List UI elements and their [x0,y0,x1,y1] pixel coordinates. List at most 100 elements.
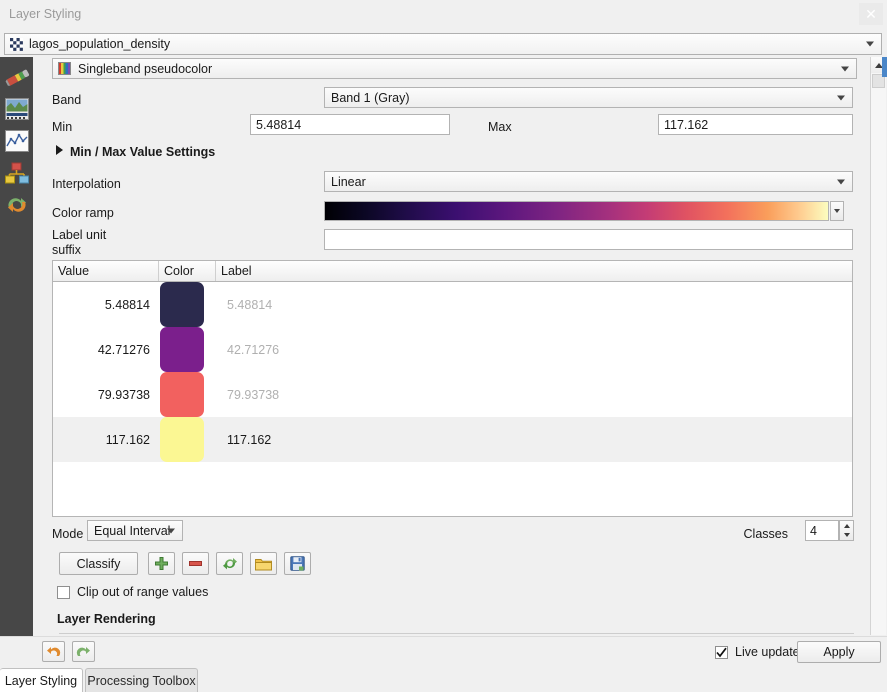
color-swatch[interactable] [160,327,204,372]
max-label: Max [488,120,512,134]
redo-button[interactable] [72,641,95,662]
live-update-row[interactable]: Live update [715,645,800,659]
cell-value[interactable]: 79.93738 [53,388,159,402]
close-icon[interactable]: ✕ [859,3,883,25]
title-bar: Layer Styling ✕ [0,0,887,31]
delete-class-button[interactable] [182,552,209,575]
max-input[interactable]: 117.162 [658,114,853,135]
clip-checkbox[interactable] [57,585,70,599]
stepper-up-icon[interactable] [843,523,850,528]
stepper-down-icon[interactable] [843,533,850,538]
diagram-icon[interactable] [5,162,29,184]
clip-out-of-range-row[interactable]: Clip out of range values [57,585,208,599]
mode-value: Equal Interval [94,523,171,538]
color-ramp-preview[interactable] [324,201,829,221]
color-swatch[interactable] [160,282,204,327]
styling-scroll-panel: Singleband pseudocolor Band Band 1 (Gray… [33,57,870,635]
save-colormap-button[interactable] [284,552,311,575]
classify-button[interactable]: Classify [59,552,138,575]
column-header-value[interactable]: Value [53,261,159,281]
cell-label[interactable]: 79.93738 [216,388,852,402]
tab-processing-toolbox[interactable]: Processing Toolbox [85,668,198,692]
table-row[interactable]: 79.93738 79.93738 [53,372,852,417]
refresh-icon [222,556,238,571]
color-ramp-label: Color ramp [52,206,114,220]
folder-icon [255,557,272,571]
color-ramp-dropdown-button[interactable] [830,201,844,221]
live-update-label: Live update [735,645,800,659]
label-unit-suffix-input[interactable] [324,229,853,250]
panel-tabs: Layer Styling Processing Toolbox [0,668,887,692]
layer-rendering-title: Layer Rendering [57,612,156,626]
line-chart-icon[interactable] [5,130,29,152]
apply-button[interactable]: Apply [797,641,881,663]
table-row[interactable]: 42.71276 42.71276 [53,327,852,372]
cell-color[interactable] [159,282,216,327]
clip-checkbox-label: Clip out of range values [77,585,209,599]
color-ramp-icon [58,62,71,75]
layer-name-label: lagos_population_density [29,37,171,51]
tab-processing-toolbox-label: Processing Toolbox [87,673,196,688]
classes-stepper[interactable] [839,520,854,541]
load-colormap-button[interactable] [250,552,277,575]
layer-styling-panel: Layer Styling ✕ lagos_population_density [0,0,887,692]
histogram-icon[interactable] [5,98,29,120]
chevron-down-icon [834,209,840,213]
table-body: 5.48814 5.48814 42.71276 42.71276 79.93738 79… [53,282,852,462]
live-update-checkbox[interactable] [715,645,728,659]
window-title: Layer Styling [9,7,82,21]
tab-layer-styling[interactable]: Layer Styling [0,668,83,692]
chevron-down-icon [866,41,874,47]
column-header-label[interactable]: Label [216,261,852,281]
cell-label[interactable]: 42.71276 [216,343,852,357]
cell-color[interactable] [159,327,216,372]
color-swatch[interactable] [160,372,204,417]
min-value: 5.48814 [256,117,302,132]
mode-combo[interactable]: Equal Interval [87,520,183,541]
apply-button-label: Apply [823,645,855,659]
plus-icon [154,556,169,571]
paintbrush-icon[interactable] [3,62,33,92]
interpolation-combo[interactable]: Linear [324,171,853,192]
classes-value: 4 [810,523,817,538]
interpolation-label: Interpolation [52,177,121,191]
interpolation-value: Linear [331,174,366,189]
redo-icon [76,645,91,659]
undo-button[interactable] [42,641,65,662]
classes-label: Classes [743,527,788,541]
cell-color[interactable] [159,372,216,417]
undo-redo-icon[interactable] [5,194,29,216]
color-swatch[interactable] [160,417,204,462]
panel-scrollbar[interactable] [870,57,886,635]
table-row[interactable]: 5.48814 5.48814 [53,282,852,327]
band-combo[interactable]: Band 1 (Gray) [324,87,853,108]
classes-input[interactable]: 4 [805,520,839,541]
min-input[interactable]: 5.48814 [250,114,450,135]
cell-value[interactable]: 5.48814 [53,298,159,312]
layer-selector-combo[interactable]: lagos_population_density [4,33,882,55]
max-value: 117.162 [664,117,709,132]
cell-value[interactable]: 42.71276 [53,343,159,357]
minus-icon [188,556,203,571]
renderer-type-combo[interactable]: Singleband pseudocolor [52,58,857,79]
cell-label[interactable]: 5.48814 [216,298,852,312]
table-header-row: Value Color Label [53,261,852,282]
band-value: Band 1 (Gray) [331,90,410,105]
expand-triangle-icon[interactable] [56,145,63,155]
cell-color[interactable] [159,417,216,462]
save-icon [290,556,305,571]
cell-label[interactable]: 117.162 [216,433,852,447]
add-class-button[interactable] [148,552,175,575]
column-header-color[interactable]: Color [159,261,216,281]
reload-classes-button[interactable] [216,552,243,575]
label-unit-suffix-label-line2: suffix [52,243,81,257]
minmax-settings-title[interactable]: Min / Max Value Settings [70,145,215,159]
cell-value[interactable]: 117.162 [53,433,159,447]
table-row[interactable]: 117.162 117.162 [53,417,852,462]
chevron-down-icon [837,179,845,184]
tab-layer-styling-label: Layer Styling [4,673,78,688]
renderer-type-label: Singleband pseudocolor [78,61,213,76]
chevron-down-icon [837,95,845,100]
band-label: Band [52,93,82,107]
color-classes-table: Value Color Label 5.48814 5.48814 42.71276… [52,260,853,517]
